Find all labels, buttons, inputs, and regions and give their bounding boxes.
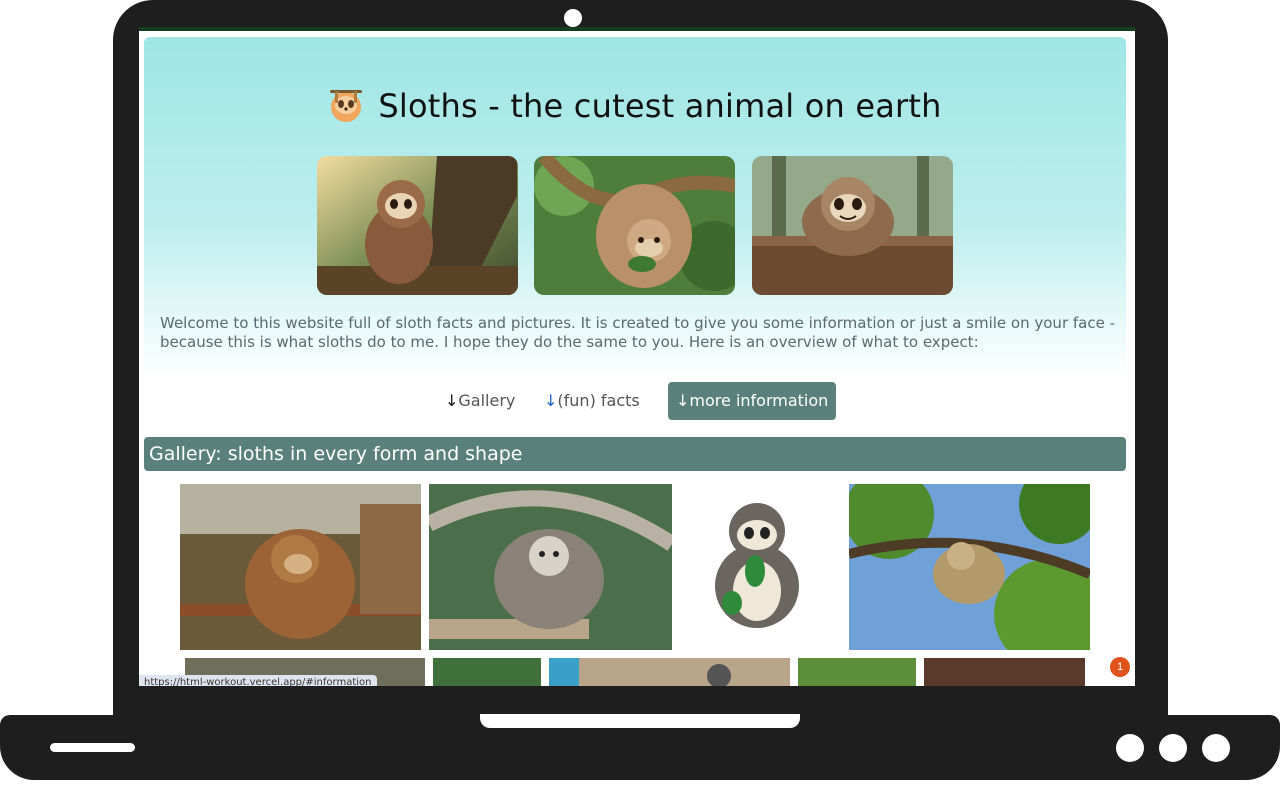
arrow-down-icon: ↓ <box>676 391 690 410</box>
gallery-image[interactable] <box>433 658 541 686</box>
laptop-dot <box>1116 734 1144 762</box>
webcam-icon <box>564 9 582 27</box>
laptop-dot <box>1202 734 1230 762</box>
gallery-image[interactable] <box>924 658 1085 686</box>
gallery-heading-text: Gallery: sloths in every form and shape <box>149 443 523 465</box>
laptop-hinge <box>480 714 800 728</box>
nav-link-label: Gallery <box>458 391 516 410</box>
gallery-image[interactable] <box>180 484 421 650</box>
intro-text: Welcome to this website full of sloth fa… <box>160 314 1116 351</box>
section-nav: ↓Gallery ↓(fun) facts ↓more information <box>139 382 1135 420</box>
hero-section: Sloths - the cutest animal on earth Welc… <box>144 37 1126 377</box>
laptop-slot <box>50 743 135 752</box>
gallery-image[interactable] <box>549 658 790 686</box>
hero-image-sloth-hanging <box>534 156 735 295</box>
page-title-text: Sloths - the cutest animal on earth <box>378 87 942 125</box>
status-bar-url: https://html-workout.vercel.app/#informa… <box>139 675 377 686</box>
nav-link-label: more information <box>689 391 829 410</box>
sloth-icon <box>330 90 363 122</box>
notification-badge[interactable]: 1 <box>1110 657 1130 677</box>
hero-image-sloth-on-branch <box>317 156 518 295</box>
gallery-image-cartoon[interactable] <box>687 491 827 631</box>
nav-link-label: (fun) facts <box>557 391 640 410</box>
gallery-heading: Gallery: sloths in every form and shape <box>144 437 1126 471</box>
nav-link-gallery[interactable]: ↓Gallery <box>439 382 521 420</box>
nav-link-more-information[interactable]: ↓more information <box>668 382 837 420</box>
gallery-image[interactable] <box>429 484 672 650</box>
gallery-image[interactable] <box>849 484 1090 650</box>
arrow-down-icon: ↓ <box>544 391 558 410</box>
arrow-down-icon: ↓ <box>445 391 459 410</box>
gallery-image[interactable] <box>798 658 916 686</box>
hero-image-sloth-on-log <box>752 156 953 295</box>
nav-link-facts[interactable]: ↓(fun) facts <box>538 382 646 420</box>
screen: Sloths - the cutest animal on earth Welc… <box>139 27 1135 686</box>
page-title: Sloths - the cutest animal on earth <box>144 87 1126 125</box>
laptop-dot <box>1159 734 1187 762</box>
